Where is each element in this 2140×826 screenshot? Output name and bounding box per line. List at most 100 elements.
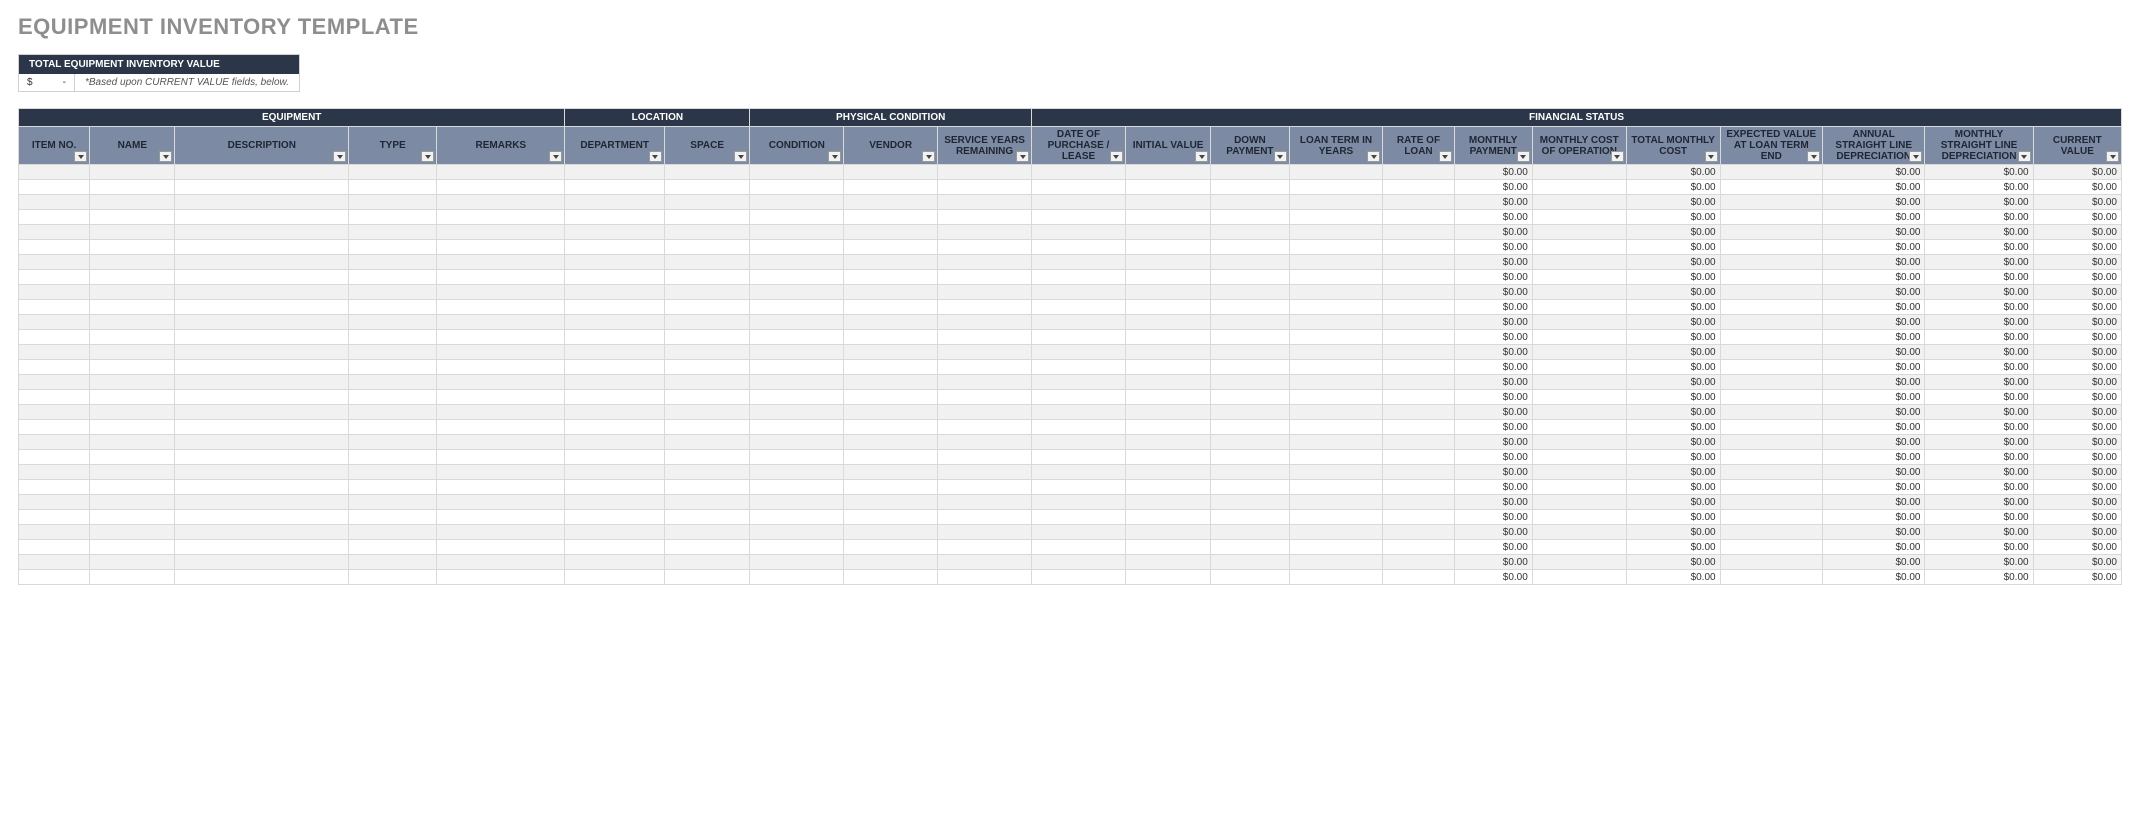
cell[interactable] [1289, 465, 1383, 480]
cell[interactable]: $0.00 [1454, 345, 1532, 360]
cell[interactable] [90, 315, 175, 330]
cell[interactable] [750, 270, 844, 285]
cell[interactable] [1289, 255, 1383, 270]
cell[interactable] [1289, 240, 1383, 255]
cell[interactable] [90, 435, 175, 450]
cell[interactable] [1125, 360, 1210, 375]
cell[interactable] [1032, 435, 1126, 450]
cell[interactable]: $0.00 [1626, 300, 1720, 315]
cell[interactable]: $0.00 [1925, 330, 2033, 345]
column-header[interactable]: SERVICE YEARS REMAINING [938, 127, 1032, 165]
cell[interactable] [19, 525, 90, 540]
cell[interactable]: $0.00 [1626, 435, 1720, 450]
cell[interactable] [565, 210, 665, 225]
cell[interactable] [1383, 450, 1454, 465]
filter-dropdown-icon[interactable] [159, 151, 172, 162]
cell[interactable]: $0.00 [2033, 480, 2121, 495]
cell[interactable] [1032, 510, 1126, 525]
cell[interactable] [90, 525, 175, 540]
column-header[interactable]: SPACE [664, 127, 749, 165]
cell[interactable] [565, 405, 665, 420]
cell[interactable] [19, 180, 90, 195]
cell[interactable] [1383, 210, 1454, 225]
cell[interactable]: $0.00 [1925, 525, 2033, 540]
cell[interactable] [1125, 225, 1210, 240]
cell[interactable] [565, 510, 665, 525]
cell[interactable] [565, 180, 665, 195]
cell[interactable] [664, 525, 749, 540]
cell[interactable] [19, 255, 90, 270]
cell[interactable] [1383, 255, 1454, 270]
cell[interactable]: $0.00 [1454, 195, 1532, 210]
cell[interactable] [565, 375, 665, 390]
cell[interactable] [349, 315, 437, 330]
column-header[interactable]: LOAN TERM IN YEARS [1289, 127, 1383, 165]
cell[interactable] [1211, 270, 1289, 285]
cell[interactable] [19, 420, 90, 435]
filter-dropdown-icon[interactable] [1110, 151, 1123, 162]
cell[interactable] [1125, 420, 1210, 435]
cell[interactable] [1383, 360, 1454, 375]
cell[interactable] [750, 390, 844, 405]
cell[interactable] [1125, 405, 1210, 420]
cell[interactable]: $0.00 [1823, 405, 1925, 420]
cell[interactable] [1532, 360, 1626, 375]
cell[interactable]: $0.00 [1454, 255, 1532, 270]
cell[interactable]: $0.00 [2033, 390, 2121, 405]
cell[interactable]: $0.00 [1823, 390, 1925, 405]
cell[interactable]: $0.00 [1454, 360, 1532, 375]
cell[interactable] [437, 405, 565, 420]
cell[interactable] [750, 240, 844, 255]
cell[interactable] [175, 285, 349, 300]
cell[interactable] [844, 180, 938, 195]
cell[interactable] [938, 165, 1032, 180]
cell[interactable] [349, 405, 437, 420]
cell[interactable] [938, 240, 1032, 255]
cell[interactable]: $0.00 [2033, 345, 2121, 360]
cell[interactable] [437, 510, 565, 525]
cell[interactable] [844, 540, 938, 555]
cell[interactable] [437, 480, 565, 495]
cell[interactable] [1032, 300, 1126, 315]
cell[interactable] [437, 420, 565, 435]
cell[interactable]: $0.00 [1925, 300, 2033, 315]
cell[interactable] [664, 495, 749, 510]
cell[interactable] [938, 375, 1032, 390]
cell[interactable] [1211, 345, 1289, 360]
cell[interactable]: $0.00 [1823, 180, 1925, 195]
cell[interactable] [349, 435, 437, 450]
cell[interactable] [565, 195, 665, 210]
cell[interactable] [349, 255, 437, 270]
cell[interactable] [90, 330, 175, 345]
cell[interactable] [565, 315, 665, 330]
cell[interactable] [1383, 405, 1454, 420]
cell[interactable] [90, 210, 175, 225]
cell[interactable] [437, 300, 565, 315]
cell[interactable]: $0.00 [2033, 405, 2121, 420]
cell[interactable] [750, 450, 844, 465]
cell[interactable]: $0.00 [2033, 465, 2121, 480]
cell[interactable] [90, 405, 175, 420]
cell[interactable]: $0.00 [2033, 540, 2121, 555]
cell[interactable] [1211, 300, 1289, 315]
cell[interactable] [19, 210, 90, 225]
cell[interactable] [664, 255, 749, 270]
cell[interactable] [175, 345, 349, 360]
cell[interactable]: $0.00 [1823, 240, 1925, 255]
cell[interactable] [664, 375, 749, 390]
cell[interactable] [565, 525, 665, 540]
cell[interactable] [1532, 285, 1626, 300]
cell[interactable] [664, 180, 749, 195]
cell[interactable] [19, 405, 90, 420]
cell[interactable]: $0.00 [1823, 300, 1925, 315]
cell[interactable] [1032, 255, 1126, 270]
cell[interactable] [750, 555, 844, 570]
cell[interactable] [1125, 450, 1210, 465]
cell[interactable]: $0.00 [1823, 420, 1925, 435]
column-header[interactable]: REMARKS [437, 127, 565, 165]
cell[interactable] [90, 480, 175, 495]
cell[interactable] [938, 285, 1032, 300]
cell[interactable] [1211, 405, 1289, 420]
cell[interactable]: $0.00 [1925, 240, 2033, 255]
cell[interactable]: $0.00 [1454, 465, 1532, 480]
